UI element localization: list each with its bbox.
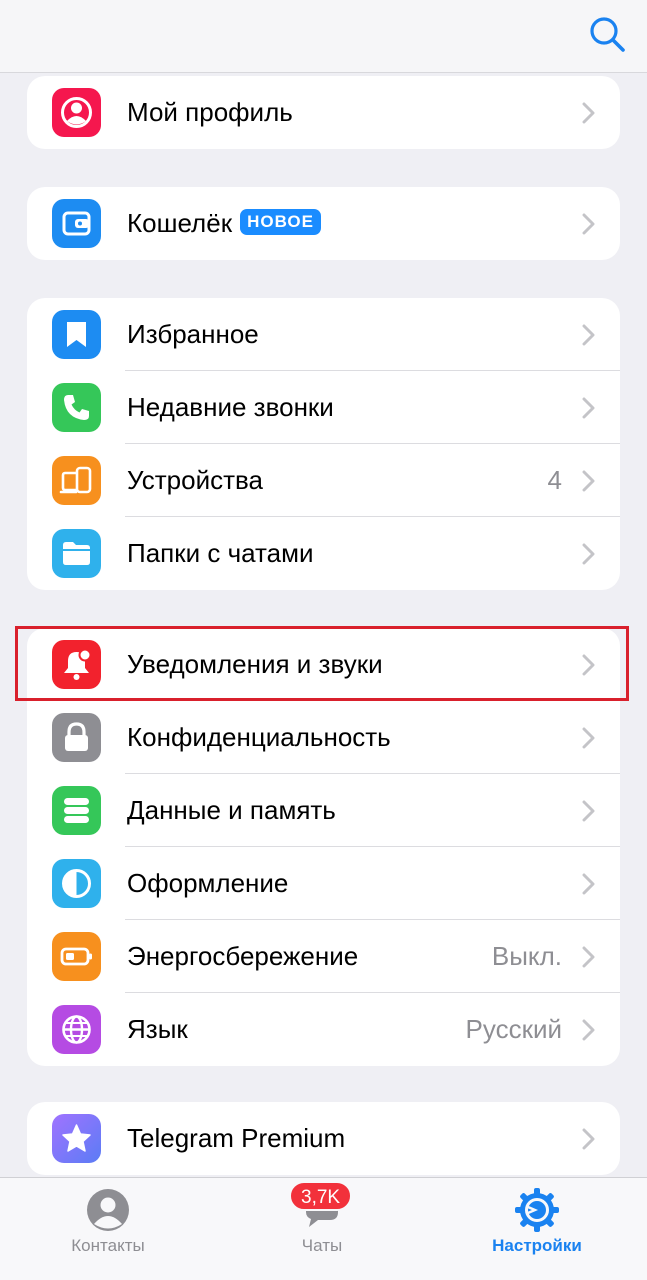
person-icon xyxy=(52,88,101,137)
chevron-right-icon xyxy=(582,470,595,492)
group-main: Избранное Недавние звонки Устройства 4 П… xyxy=(27,298,620,590)
lock-icon xyxy=(52,713,101,762)
chevron-right-icon xyxy=(582,102,595,124)
group-settings: Уведомления и звуки Конфиденциальность Д… xyxy=(27,628,620,1066)
new-badge: НОВОЕ xyxy=(240,209,321,236)
folder-icon xyxy=(52,529,101,578)
settings-screen: Мой профиль Кошелёк НОВОЕ Избранное Неда… xyxy=(0,0,647,1280)
chevron-right-icon xyxy=(582,1128,595,1150)
chevron-right-icon xyxy=(582,397,595,419)
menu-item-label: Избранное xyxy=(127,319,259,349)
devices-count: 4 xyxy=(547,465,562,495)
top-bar xyxy=(0,0,647,73)
chevron-right-icon xyxy=(582,873,595,895)
battery-icon xyxy=(52,932,101,981)
tab-chats[interactable]: 3,7K Чаты xyxy=(242,1178,402,1280)
chevron-right-icon xyxy=(582,213,595,235)
chevron-right-icon xyxy=(582,800,595,822)
menu-item-telegram-premium[interactable]: Telegram Premium xyxy=(27,1102,620,1175)
search-icon xyxy=(590,17,625,52)
tab-label: Настройки xyxy=(492,1236,582,1255)
database-icon xyxy=(52,786,101,835)
menu-item-label: Кошелёк НОВОЕ xyxy=(127,187,321,260)
menu-item-label: Устройства xyxy=(127,465,264,495)
menu-item-label: Telegram Premium xyxy=(127,1123,346,1153)
menu-item-chat-folders[interactable]: Папки с чатами xyxy=(27,517,620,590)
menu-item-wallet[interactable]: Кошелёк НОВОЕ xyxy=(27,187,620,260)
chevron-right-icon xyxy=(582,946,595,968)
menu-item-language[interactable]: Язык Русский xyxy=(27,993,620,1066)
menu-item-label: Язык xyxy=(127,1014,188,1044)
language-value: Русский xyxy=(465,1014,562,1044)
star-icon xyxy=(52,1114,101,1163)
chevron-right-icon xyxy=(582,654,595,676)
chevron-right-icon xyxy=(582,324,595,346)
search-button[interactable] xyxy=(587,14,627,54)
power-saving-value: Выкл. xyxy=(491,941,562,971)
chevron-right-icon xyxy=(582,1019,595,1041)
menu-item-label: Энергосбережение xyxy=(127,941,359,971)
menu-item-label: Данные и память xyxy=(127,795,336,825)
menu-item-label: Уведомления и звуки xyxy=(127,649,383,679)
group-profile: Мой профиль xyxy=(27,76,620,149)
tab-settings[interactable]: Настройки xyxy=(457,1178,617,1280)
chats-unread-badge: 3,7K xyxy=(289,1181,353,1211)
menu-item-privacy[interactable]: Конфиденциальность xyxy=(27,701,620,774)
menu-item-label: Папки с чатами xyxy=(127,538,314,568)
bell-icon xyxy=(52,640,101,689)
menu-item-my-profile[interactable]: Мой профиль xyxy=(27,76,620,149)
bookmark-icon xyxy=(52,310,101,359)
contacts-icon xyxy=(87,1189,129,1231)
menu-item-data-and-storage[interactable]: Данные и память xyxy=(27,774,620,847)
menu-item-label: Мой профиль xyxy=(127,97,293,127)
chevron-right-icon xyxy=(582,727,595,749)
menu-item-label: Конфиденциальность xyxy=(127,722,391,752)
tab-contacts[interactable]: Контакты xyxy=(28,1178,188,1280)
globe-icon xyxy=(52,1005,101,1054)
group-wallet: Кошелёк НОВОЕ xyxy=(27,187,620,260)
tab-bar: Контакты 3,7K Чаты Настройки xyxy=(0,1177,647,1280)
menu-item-label: Оформление xyxy=(127,868,289,898)
chevron-right-icon xyxy=(582,543,595,565)
menu-item-devices[interactable]: Устройства 4 xyxy=(27,444,620,517)
phone-icon xyxy=(52,383,101,432)
settings-gear-icon xyxy=(515,1188,559,1232)
appearance-icon xyxy=(52,859,101,908)
menu-item-power-saving[interactable]: Энергосбережение Выкл. xyxy=(27,920,620,993)
menu-item-appearance[interactable]: Оформление xyxy=(27,847,620,920)
wallet-icon xyxy=(52,199,101,248)
menu-item-label: Недавние звонки xyxy=(127,392,334,422)
menu-item-saved-messages[interactable]: Избранное xyxy=(27,298,620,371)
tab-label: Чаты xyxy=(301,1236,343,1255)
devices-icon xyxy=(52,456,101,505)
group-premium: Telegram Premium xyxy=(27,1102,620,1175)
menu-item-recent-calls[interactable]: Недавние звонки xyxy=(27,371,620,444)
wallet-label-text: Кошелёк xyxy=(127,208,233,238)
tab-label: Контакты xyxy=(71,1236,145,1255)
menu-item-notifications-and-sounds[interactable]: Уведомления и звуки xyxy=(27,628,620,701)
